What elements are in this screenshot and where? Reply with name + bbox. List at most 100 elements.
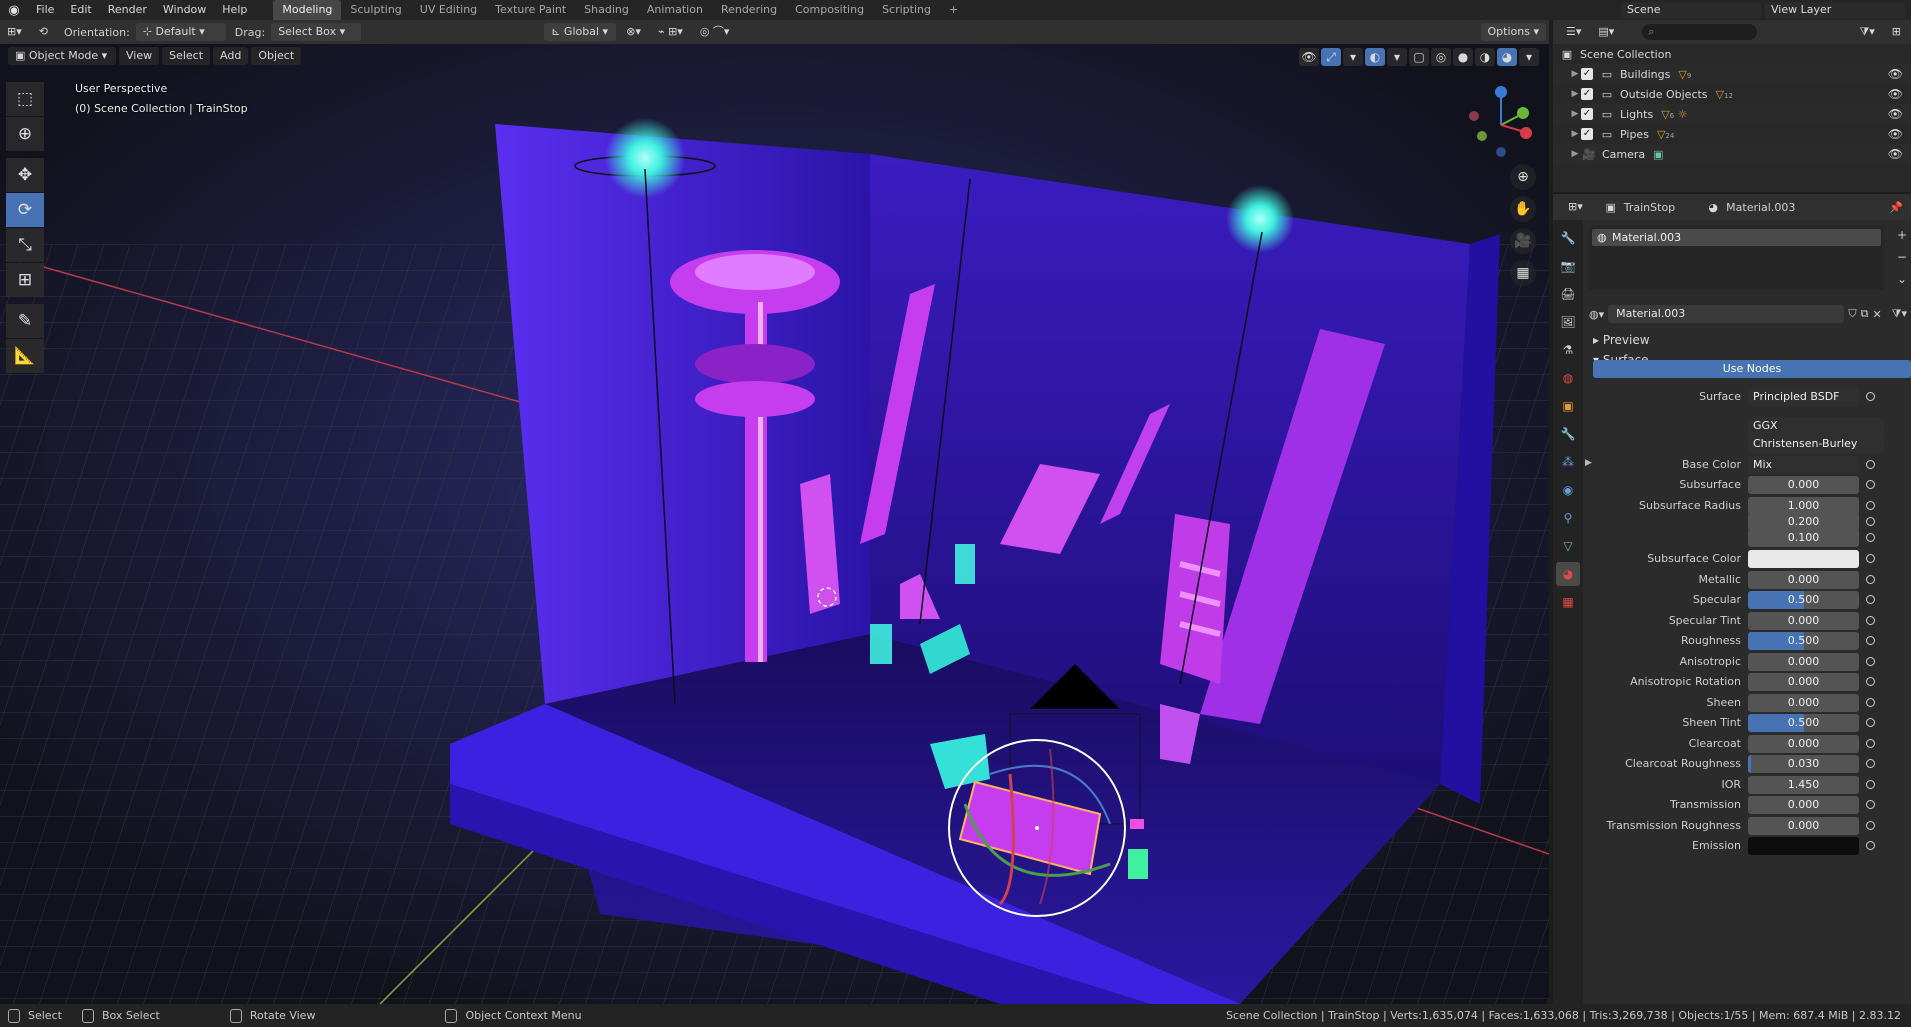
- material-slot-list[interactable]: ◍ Material.003: [1589, 226, 1884, 290]
- checkbox-icon[interactable]: ✓: [1581, 88, 1593, 100]
- view-layer-selector[interactable]: View Layer: [1765, 2, 1905, 18]
- texture-tab-icon[interactable]: ▦: [1556, 590, 1580, 614]
- material-filter-icon[interactable]: ⧩▾: [1892, 307, 1907, 321]
- expand-arrow-icon[interactable]: ▶: [1569, 109, 1581, 119]
- menu-edit[interactable]: Edit: [62, 0, 99, 20]
- fake-user-icon[interactable]: ⛉: [1848, 307, 1856, 321]
- menu-file[interactable]: File: [28, 0, 62, 20]
- 3d-viewport[interactable]: [0, 44, 1549, 1004]
- property-slider[interactable]: 0.030: [1748, 755, 1859, 773]
- socket-link-icon[interactable]: [1866, 392, 1875, 401]
- socket-link-icon[interactable]: [1866, 657, 1875, 666]
- add-slot-icon[interactable]: +: [1897, 228, 1907, 242]
- navigation-gizmo[interactable]: [1460, 84, 1542, 166]
- unlink-material-icon[interactable]: ✕: [1872, 308, 1881, 321]
- property-slider[interactable]: 0.000: [1748, 817, 1859, 835]
- scale-tool-icon[interactable]: ⤡: [6, 228, 44, 262]
- tab-uv-editing[interactable]: UV Editing: [411, 0, 486, 20]
- menu-select[interactable]: Select: [162, 47, 211, 65]
- socket-link-icon[interactable]: [1866, 554, 1875, 563]
- property-slider[interactable]: 0.000: [1748, 735, 1859, 753]
- material-name-field[interactable]: Material.003: [1608, 305, 1845, 323]
- menu-render[interactable]: Render: [100, 0, 155, 20]
- preview-panel-header[interactable]: ▸ Preview: [1593, 331, 1650, 349]
- physics-tab-icon[interactable]: ◉: [1556, 478, 1580, 502]
- socket-link-icon[interactable]: [1866, 759, 1875, 768]
- scene-tab-icon[interactable]: ⚗: [1556, 338, 1580, 362]
- property-dropdown[interactable]: GGX: [1748, 417, 1884, 435]
- property-slider[interactable]: 0.000: [1748, 612, 1859, 630]
- solid-shading-icon[interactable]: ●: [1453, 48, 1473, 66]
- property-slider[interactable]: 0.000: [1748, 653, 1859, 671]
- expand-arrow-icon[interactable]: ▶: [1585, 458, 1592, 468]
- socket-link-icon[interactable]: [1866, 616, 1875, 625]
- outliner-item-camera[interactable]: ▶ 🎥 Camera ▣ 👁: [1553, 144, 1911, 164]
- constraints-tab-icon[interactable]: ⚲: [1556, 506, 1580, 530]
- socket-link-icon[interactable]: [1866, 780, 1875, 789]
- move-tool-icon[interactable]: ✥: [6, 158, 44, 192]
- rendered-shading-icon[interactable]: ◕: [1497, 48, 1517, 66]
- socket-link-icon[interactable]: [1866, 595, 1875, 604]
- socket-link-icon[interactable]: [1866, 575, 1875, 584]
- remove-slot-icon[interactable]: −: [1897, 250, 1907, 264]
- add-workspace-icon[interactable]: +: [940, 0, 967, 20]
- pivot-point-icon[interactable]: ⊗▾: [619, 23, 648, 41]
- expand-arrow-icon[interactable]: ▶: [1569, 89, 1581, 99]
- proportional-edit-icon[interactable]: ◎ ⌒▾: [693, 23, 737, 41]
- snap-icon[interactable]: ⌁ ⊞▾: [651, 23, 690, 41]
- tab-animation[interactable]: Animation: [638, 0, 712, 20]
- visibility-eye-icon[interactable]: 👁: [1888, 87, 1903, 101]
- tab-shading[interactable]: Shading: [575, 0, 638, 20]
- filter-icon[interactable]: ⧩▾: [1852, 23, 1881, 41]
- browse-material-icon[interactable]: ◍▾: [1589, 308, 1604, 321]
- render-tab-icon[interactable]: 📷: [1556, 254, 1580, 278]
- tab-sculpting[interactable]: Sculpting: [341, 0, 410, 20]
- measure-tool-icon[interactable]: 📐: [6, 339, 44, 373]
- property-slider[interactable]: 0.000: [1748, 571, 1859, 589]
- socket-link-icon[interactable]: [1866, 501, 1875, 510]
- property-slider[interactable]: 0.000: [1748, 476, 1859, 494]
- socket-link-icon[interactable]: [1866, 517, 1875, 526]
- menu-view[interactable]: View: [119, 47, 160, 65]
- world-tab-icon[interactable]: ◍: [1556, 366, 1580, 390]
- cursor-tool-icon[interactable]: ⊕: [6, 117, 44, 151]
- zoom-icon[interactable]: ⊕: [1510, 164, 1536, 190]
- drag-dropdown[interactable]: Select Box ▾: [271, 23, 362, 41]
- socket-link-icon[interactable]: [1866, 821, 1875, 830]
- property-slider[interactable]: 0.500: [1748, 632, 1859, 650]
- property-slider[interactable]: 1.450: [1748, 776, 1859, 794]
- pin-icon[interactable]: 📌: [1889, 201, 1903, 214]
- view-layer-tab-icon[interactable]: 🖼: [1556, 310, 1580, 334]
- color-swatch[interactable]: [1748, 550, 1859, 568]
- property-slider[interactable]: 0.500: [1748, 714, 1859, 732]
- menu-object[interactable]: Object: [251, 47, 302, 65]
- socket-link-icon[interactable]: [1866, 480, 1875, 489]
- output-tab-icon[interactable]: 🖨: [1556, 282, 1580, 306]
- outliner-item-lights[interactable]: ▶ ✓ ▭ Lights ▽6 ☼ 👁: [1553, 104, 1911, 124]
- tab-texture-paint[interactable]: Texture Paint: [486, 0, 575, 20]
- new-collection-icon[interactable]: ⊞: [1885, 23, 1908, 41]
- shading-dropdown-icon[interactable]: ▾: [1519, 48, 1539, 66]
- outliner-item-pipes[interactable]: ▶ ✓ ▭ Pipes ▽24 👁: [1553, 124, 1911, 144]
- tab-modeling[interactable]: Modeling: [273, 0, 342, 20]
- property-slider[interactable]: 0.500: [1748, 591, 1859, 609]
- property-slider[interactable]: 0.100: [1748, 529, 1859, 547]
- socket-link-icon[interactable]: [1866, 677, 1875, 686]
- expand-arrow-icon[interactable]: ▶: [1569, 129, 1581, 139]
- tab-scripting[interactable]: Scripting: [873, 0, 940, 20]
- outliner-item-buildings[interactable]: ▶ ✓ ▭ Buildings ▽9 👁: [1553, 64, 1911, 84]
- camera-view-icon[interactable]: 🎥: [1510, 228, 1536, 254]
- checkbox-icon[interactable]: ✓: [1581, 108, 1593, 120]
- expand-arrow-icon[interactable]: ▶: [1569, 149, 1581, 159]
- display-mode-icon[interactable]: ▤▾: [1591, 23, 1621, 41]
- visibility-eye-icon[interactable]: 👁: [1888, 147, 1903, 161]
- property-dropdown[interactable]: Christensen-Burley: [1748, 435, 1884, 453]
- gizmo-dropdown-icon[interactable]: ▾: [1343, 48, 1363, 66]
- visibility-icon[interactable]: 👁: [1299, 48, 1319, 66]
- options-dropdown[interactable]: Options ▾: [1480, 23, 1546, 41]
- property-slider[interactable]: 0.000: [1748, 796, 1859, 814]
- outliner-editor-type-icon[interactable]: ☰▾: [1559, 23, 1588, 41]
- properties-editor-type-icon[interactable]: ⊞▾: [1561, 198, 1590, 216]
- xray-toggle-icon[interactable]: ▢: [1409, 48, 1429, 66]
- select-box-tool-icon[interactable]: ⬚: [6, 82, 44, 116]
